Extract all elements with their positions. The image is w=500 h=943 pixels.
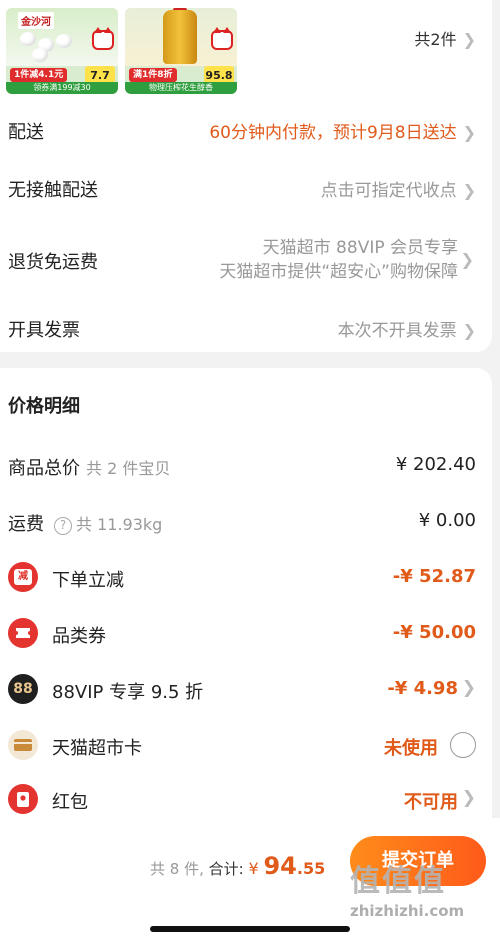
product-thumbnail-2[interactable]: 满1件8折 95.8 物理压榨花生醇香 <box>125 8 237 94</box>
site-watermark: 值值值 zhizhizhi.com <box>350 856 490 920</box>
goods-count-sub: 共 2 件宝贝 <box>86 459 171 478</box>
shipping-label: 运费? 共 11.93kg <box>8 514 163 535</box>
oil-bottle-illustration <box>163 10 197 64</box>
total-decimal: .55 <box>296 859 326 878</box>
product-promo-tag: 满1件8折 <box>129 68 177 82</box>
product-band-text: 物理压榨花生醇香 <box>125 82 237 94</box>
chevron-right-icon: ❯ <box>460 250 474 269</box>
invoice-label: 开具发票 <box>8 320 80 341</box>
discount-icon: 减 <box>8 562 38 592</box>
product-thumbnail-1[interactable]: 金沙河 1件减4.1元 7.7 领券满199减30 <box>6 8 118 94</box>
product-promo-tag: 1件减4.1元 <box>10 68 68 82</box>
shipping-value: ¥ 0.00 <box>418 510 476 531</box>
product-illustration <box>56 34 72 48</box>
instant-discount-label: 下单立减 <box>52 570 124 591</box>
category-coupon-value: -¥ 50.00 <box>392 622 476 643</box>
product-band-text: 领券满199减30 <box>6 82 118 94</box>
tmall-card-label: 天猫超市卡 <box>52 738 142 759</box>
delivery-value: 60分钟内付款，预计9月8日送达 ❯ <box>209 123 476 143</box>
free-return-line-1: 天猫超市 88VIP 会员专享 <box>262 238 458 258</box>
price-detail-card: 价格明细 商品总价共 2 件宝贝 ¥ 202.40 运费? 共 11.93kg ¥… <box>0 368 492 818</box>
red-packet-icon <box>8 784 38 814</box>
price-detail-title: 价格明细 <box>8 396 80 417</box>
chevron-right-icon: ❯ <box>461 678 476 698</box>
checkout-bar: 共 8 件, 合计: ¥ 94.55 提交订单 值值值 zhizhizhi.co… <box>0 818 500 943</box>
help-icon[interactable]: ? <box>54 517 72 535</box>
instant-discount-value: -¥ 52.87 <box>392 566 476 587</box>
tmall-card-row[interactable]: 天猫超市卡 未使用 <box>0 728 492 762</box>
order-info-card: 金沙河 1件减4.1元 7.7 领券满199减30 满1件8折 95.8 物理压… <box>0 0 492 352</box>
currency-symbol: ¥ <box>248 859 259 878</box>
chevron-right-icon: ❯ <box>461 788 476 808</box>
delivery-row[interactable]: 配送 60分钟内付款，预计9月8日送达 ❯ <box>0 118 492 148</box>
total-item-count: 共 8 件, <box>150 860 204 878</box>
invoice-value: 本次不开具发票 ❯ <box>337 321 476 341</box>
vip-88-icon: 88 <box>8 674 38 704</box>
product-illustration <box>20 32 36 46</box>
free-return-row[interactable]: 退货免运费 天猫超市 88VIP 会员专享 天猫超市提供“超安心”购物保障 ❯ <box>0 236 492 286</box>
goods-total-label: 商品总价共 2 件宝贝 <box>8 458 171 479</box>
free-return-value: 天猫超市 88VIP 会员专享 天猫超市提供“超安心”购物保障 ❯ <box>219 236 474 284</box>
item-count-link[interactable]: 共2件 ❯ <box>414 26 476 50</box>
tmall-cat-icon <box>92 27 114 50</box>
free-return-label: 退货免运费 <box>8 252 98 273</box>
order-total: 共 8 件, 合计: ¥ 94.55 <box>150 852 325 880</box>
category-coupon-row: 品类券 -¥ 50.00 <box>0 616 492 650</box>
total-integer: 94 <box>263 852 297 880</box>
watermark-glyphs: 值值值 <box>350 864 446 899</box>
item-count-label: 共2件 <box>414 30 457 49</box>
red-packet-status: 不可用 <box>404 792 458 813</box>
vip-discount-row[interactable]: 88 88VIP 专享 9.5 折 -¥ 4.98 ❯ <box>0 672 492 706</box>
goods-total-row: 商品总价共 2 件宝贝 ¥ 202.40 <box>0 448 492 482</box>
coupon-ticket-icon <box>8 618 38 648</box>
vip-discount-value: -¥ 4.98 <box>387 678 458 699</box>
contactless-value: 点击可指定代收点 ❯ <box>320 181 476 201</box>
delivery-label: 配送 <box>8 122 44 143</box>
tmall-card-status: 未使用 <box>384 738 438 759</box>
instant-discount-row: 减 下单立减 -¥ 52.87 <box>0 560 492 594</box>
red-packet-label: 红包 <box>52 792 88 813</box>
gift-card-icon <box>8 730 38 760</box>
contactless-label: 无接触配送 <box>8 180 98 201</box>
watermark-url: zhizhizhi.com <box>350 902 465 920</box>
goods-total-value: ¥ 202.40 <box>395 454 476 475</box>
shipping-row: 运费? 共 11.93kg ¥ 0.00 <box>0 504 492 538</box>
free-return-line-2: 天猫超市提供“超安心”购物保障 <box>219 262 458 282</box>
tmall-cat-icon <box>211 27 233 50</box>
home-indicator[interactable] <box>150 926 350 932</box>
shipping-weight-sub: 共 11.93kg <box>76 515 163 534</box>
product-image-2 <box>125 8 237 66</box>
chevron-right-icon: ❯ <box>462 123 476 142</box>
category-coupon-label: 品类券 <box>52 626 106 647</box>
product-illustration <box>32 48 48 62</box>
total-label: 合计: <box>208 860 244 878</box>
chevron-right-icon: ❯ <box>462 181 476 200</box>
chevron-right-icon: ❯ <box>462 321 476 340</box>
product-brand-label: 金沙河 <box>18 12 54 29</box>
red-packet-row[interactable]: 红包 不可用 ❯ <box>0 782 492 816</box>
tmall-card-radio[interactable] <box>450 732 476 758</box>
invoice-row[interactable]: 开具发票 本次不开具发票 ❯ <box>0 316 492 346</box>
product-image-1: 金沙河 <box>6 8 118 66</box>
contactless-delivery-row[interactable]: 无接触配送 点击可指定代收点 ❯ <box>0 176 492 206</box>
chevron-right-icon: ❯ <box>462 30 476 49</box>
vip-discount-label: 88VIP 专享 9.5 折 <box>52 682 204 703</box>
